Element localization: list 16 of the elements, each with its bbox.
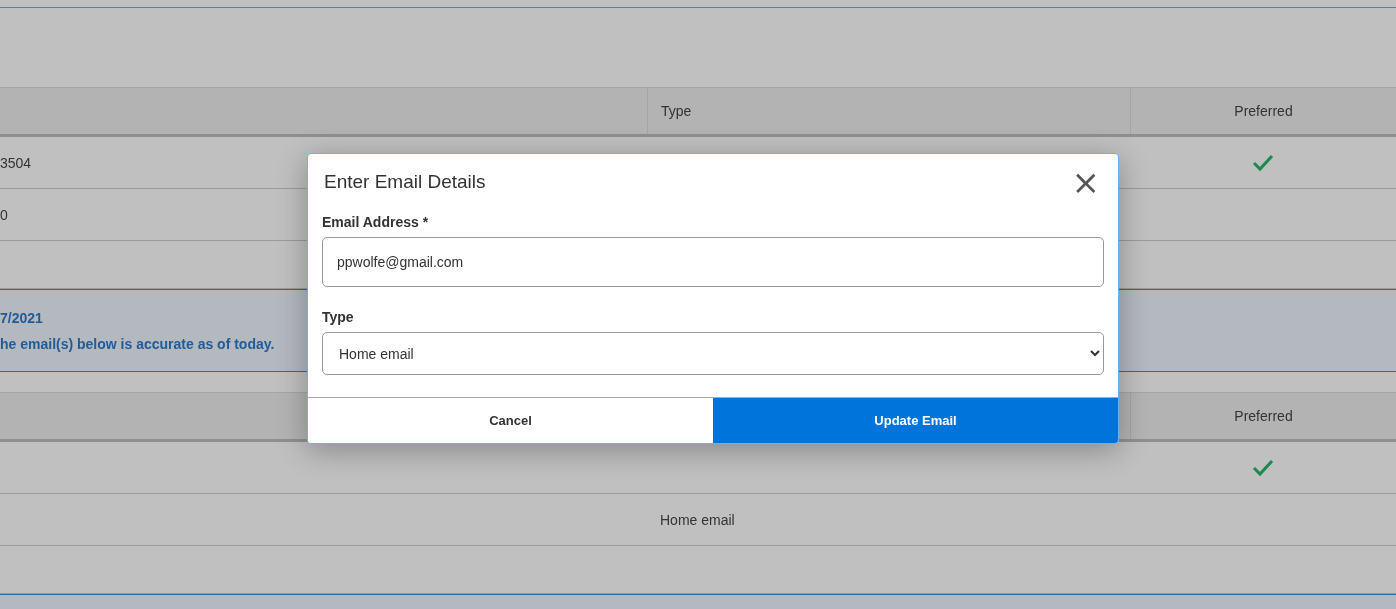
email-field[interactable]: ppwolfe@gmail.com: [322, 237, 1104, 287]
table-cell: Home email: [660, 511, 735, 528]
field-label: Type: [322, 309, 355, 325]
column-header: Preferred: [1234, 103, 1293, 119]
type-select[interactable]: Home email: [322, 332, 1104, 375]
table-cell: 3504: [0, 154, 32, 171]
dialog-title: Enter Email Details: [324, 171, 486, 193]
column-header: Preferred: [1234, 408, 1293, 424]
notice-date: 7/2021: [0, 309, 43, 326]
table-cell: 0: [0, 206, 8, 223]
close-button[interactable]: ×: [1069, 165, 1102, 199]
cancel-button[interactable]: Cancel: [308, 398, 713, 443]
column-header: Type: [661, 103, 692, 119]
field-label: Email Address *: [322, 214, 430, 230]
update-button[interactable]: Update Email: [713, 398, 1118, 443]
notice-text: he email(s) below is accurate as of today.: [0, 335, 275, 352]
